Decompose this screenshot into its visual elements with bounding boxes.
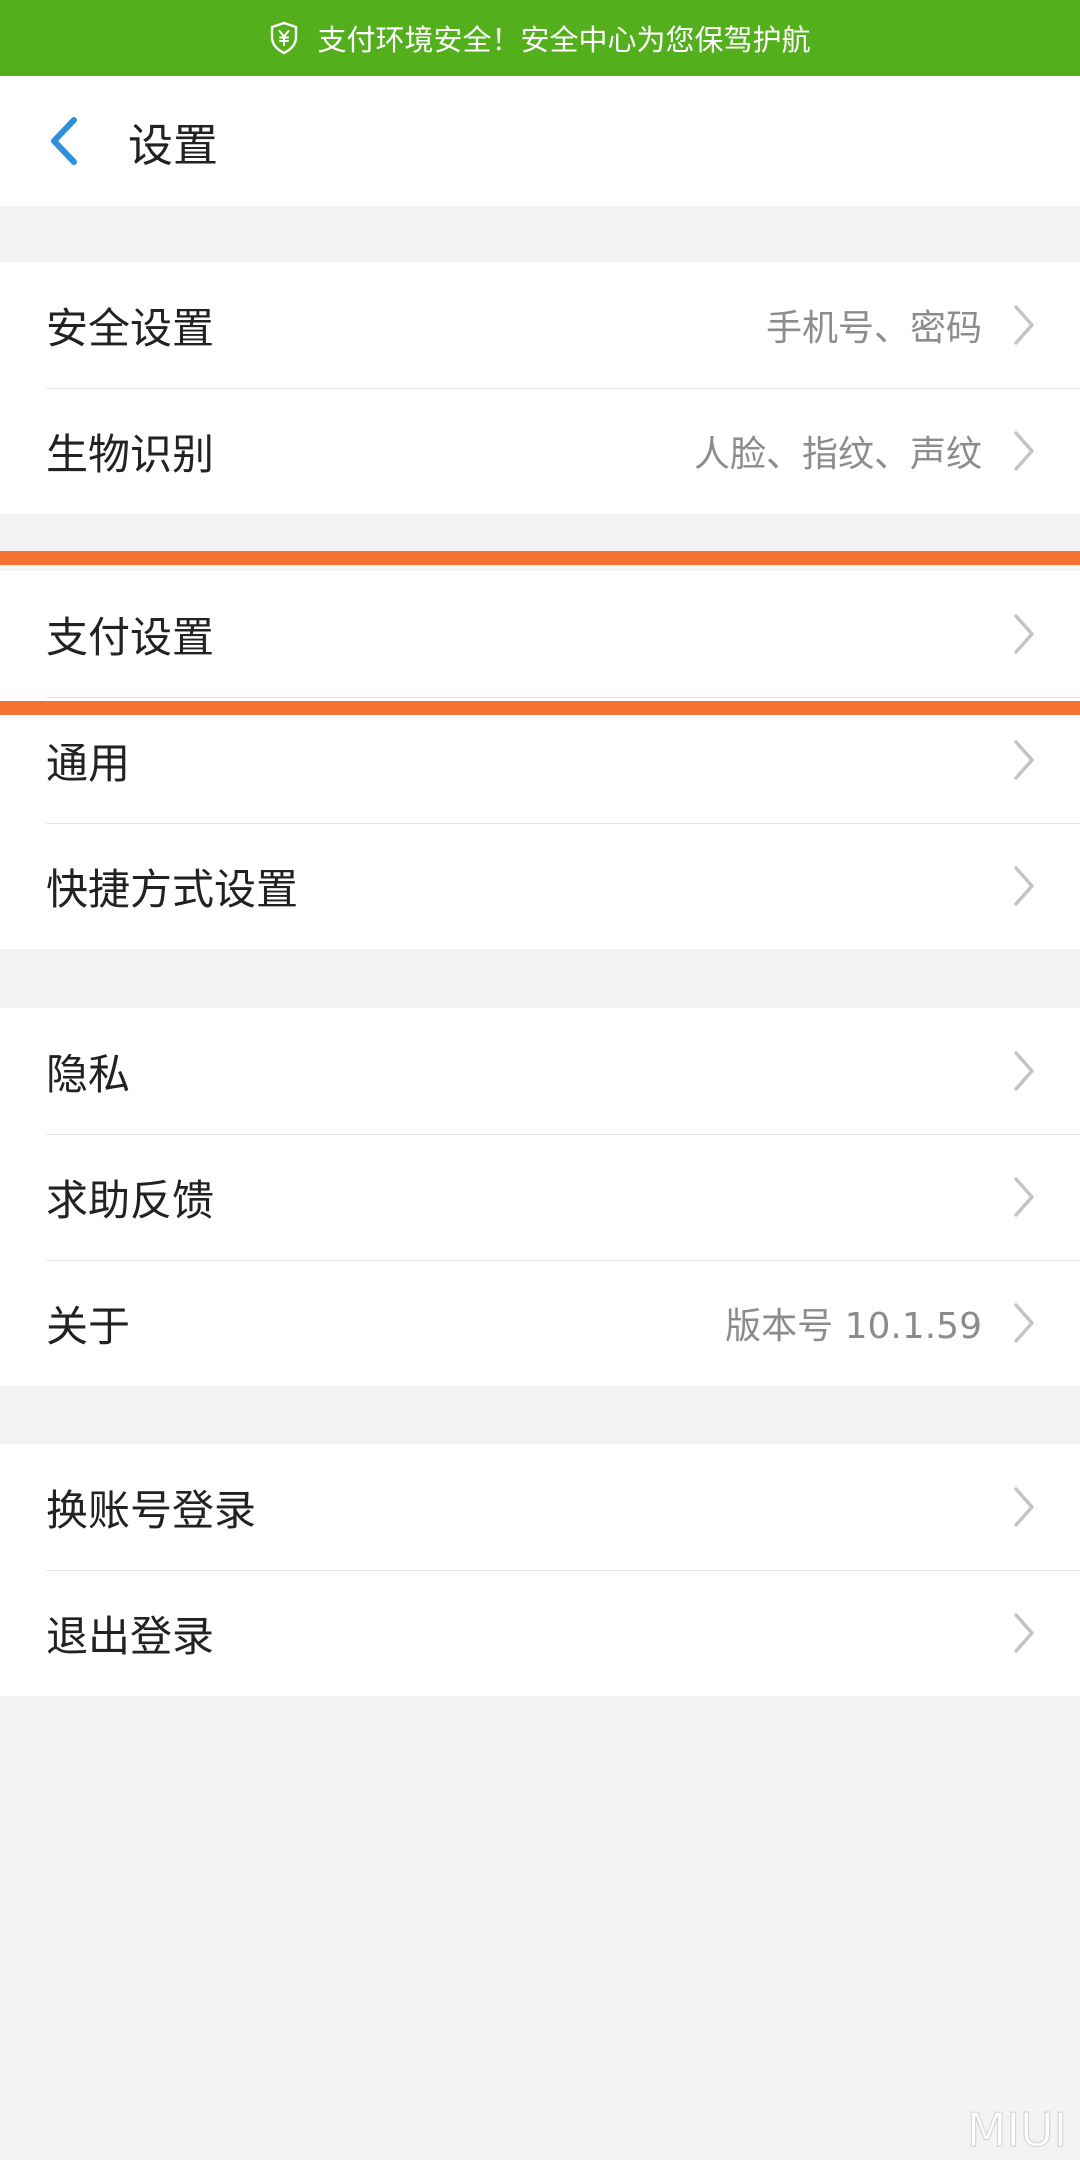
back-button[interactable] xyxy=(0,76,130,206)
settings-item-general[interactable]: 通用 xyxy=(0,697,1080,823)
settings-item-shortcuts[interactable]: 快捷方式设置 xyxy=(0,823,1080,949)
watermark-text: MIUI xyxy=(967,2103,1068,2157)
settings-item-label: 换账号登录 xyxy=(46,1485,257,1535)
miui-watermark-logo: MIUI xyxy=(966,2102,1068,2157)
settings-item-value: 手机号、密码 xyxy=(765,308,982,349)
settings-group-general: 支付设置 通用 快捷方式设置 xyxy=(0,571,1080,949)
settings-item-label: 隐私 xyxy=(46,1049,131,1099)
settings-item-label: 生物识别 xyxy=(46,429,215,479)
settings-item-value: 人脸、指纹、声纹 xyxy=(693,434,982,475)
chevron-right-icon xyxy=(1014,1177,1034,1217)
settings-group-info: 隐私 求助反馈 关于 版本号 10.1.59 xyxy=(0,1008,1080,1386)
highlight-bar-bottom xyxy=(0,701,1080,715)
settings-item-label: 快捷方式设置 xyxy=(46,864,299,914)
title-bar: 设置 xyxy=(0,76,1080,206)
settings-item-label: 退出登录 xyxy=(46,1611,215,1661)
settings-item-switch-account[interactable]: 换账号登录 xyxy=(0,1444,1080,1570)
settings-item-logout[interactable]: 退出登录 xyxy=(0,1570,1080,1696)
chevron-right-icon xyxy=(1014,1051,1034,1091)
settings-group-account-security: 安全设置 手机号、密码 生物识别 人脸、指纹、声纹 xyxy=(0,262,1080,514)
highlight-bar-top xyxy=(0,551,1080,565)
chevron-right-icon xyxy=(1014,305,1034,345)
settings-item-label: 求助反馈 xyxy=(46,1175,215,1225)
settings-item-label: 关于 xyxy=(46,1301,131,1351)
settings-item-value: 版本号 10.1.59 xyxy=(725,1306,982,1347)
settings-item-label: 支付设置 xyxy=(46,612,215,662)
shield-yuan-icon xyxy=(271,21,298,55)
chevron-right-icon xyxy=(1014,1613,1034,1653)
page-title: 设置 xyxy=(128,118,219,172)
chevron-left-icon xyxy=(51,117,77,165)
chevron-right-icon xyxy=(1014,1303,1034,1343)
chevron-right-icon xyxy=(1014,431,1034,471)
settings-group-account: 换账号登录 退出登录 xyxy=(0,1444,1080,1696)
chevron-right-icon xyxy=(1014,614,1034,654)
chevron-right-icon xyxy=(1014,740,1034,780)
settings-item-help-feedback[interactable]: 求助反馈 xyxy=(0,1134,1080,1260)
settings-item-biometrics[interactable]: 生物识别 人脸、指纹、声纹 xyxy=(0,388,1080,514)
settings-item-label: 通用 xyxy=(46,738,131,788)
chevron-right-icon xyxy=(1014,866,1034,906)
settings-item-label: 安全设置 xyxy=(46,303,215,353)
settings-item-about[interactable]: 关于 版本号 10.1.59 xyxy=(0,1260,1080,1386)
settings-item-privacy[interactable]: 隐私 xyxy=(0,1008,1080,1134)
settings-item-security[interactable]: 安全设置 手机号、密码 xyxy=(0,262,1080,388)
settings-item-payment[interactable]: 支付设置 xyxy=(0,571,1080,697)
chevron-right-icon xyxy=(1014,1487,1034,1527)
security-banner[interactable]: 支付环境安全！安全中心为您保驾护航 xyxy=(0,0,1080,76)
banner-text: 支付环境安全！安全中心为您保驾护航 xyxy=(317,23,811,57)
